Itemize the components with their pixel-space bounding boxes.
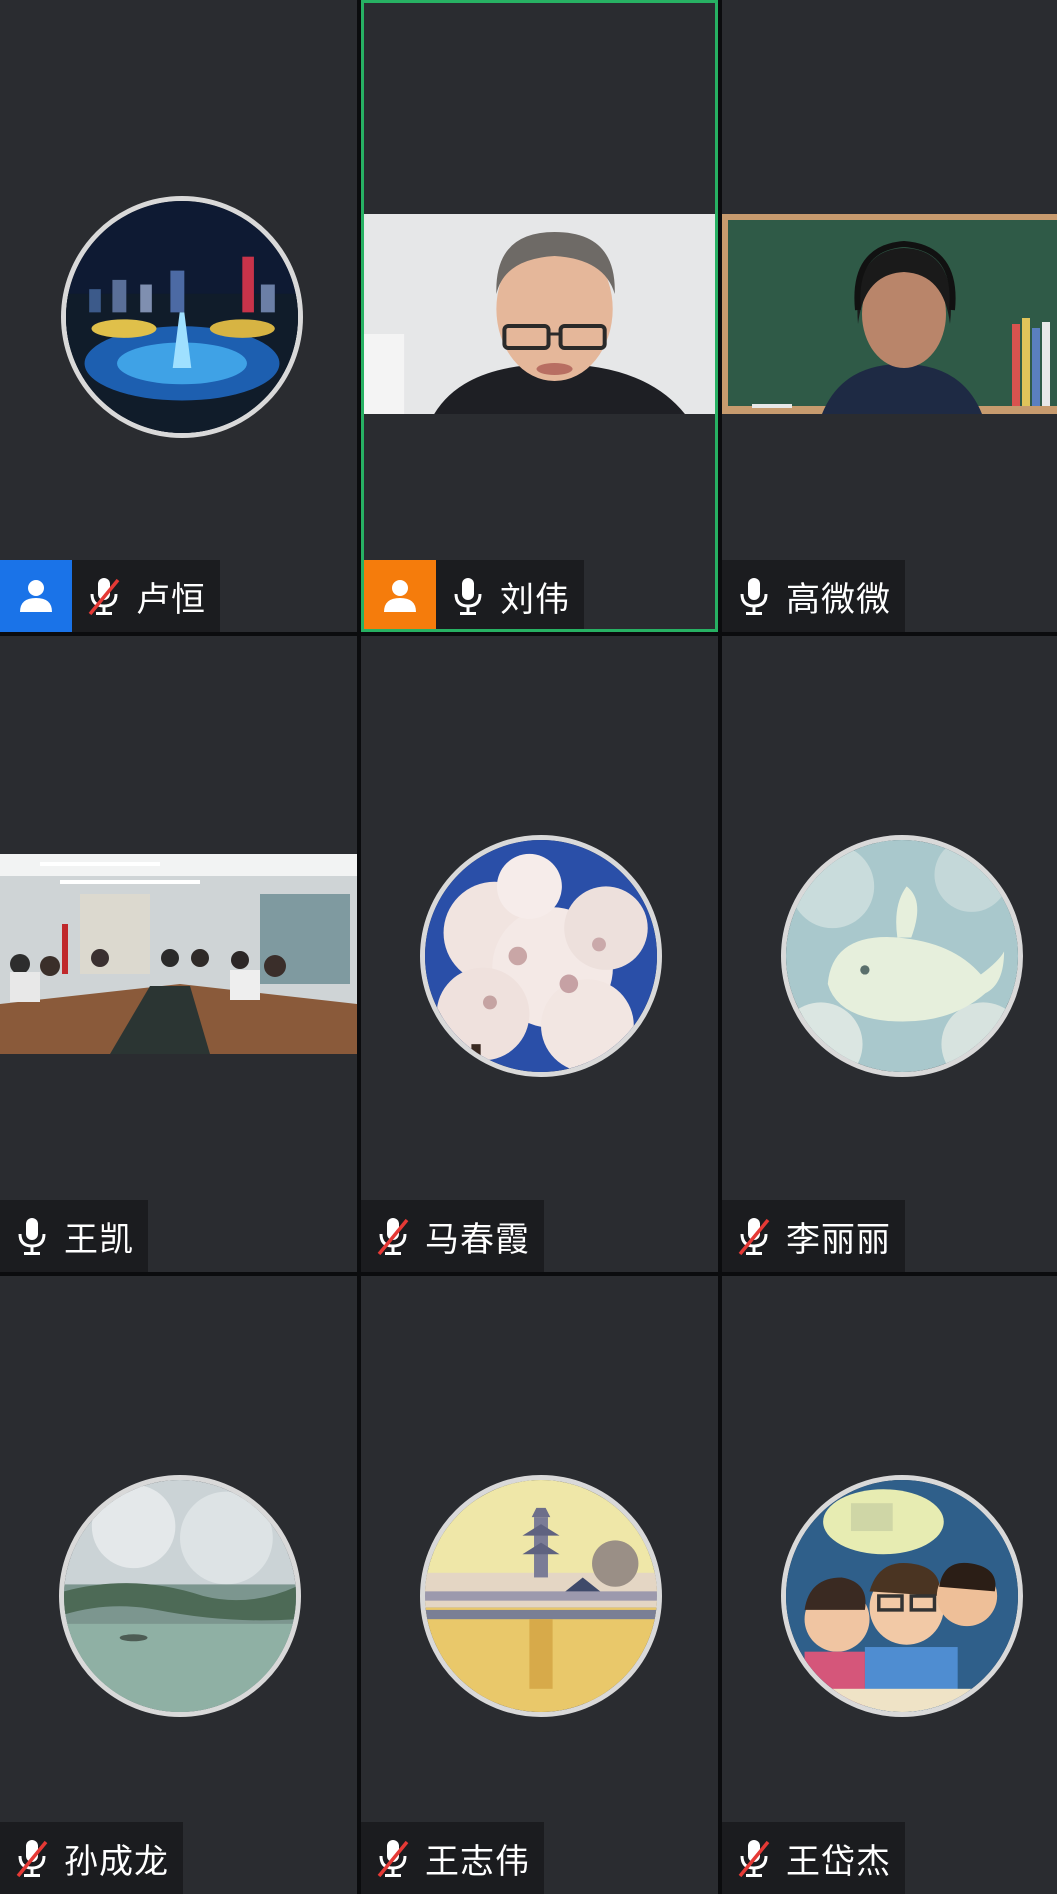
- name-label-box: 王凯: [0, 1200, 148, 1272]
- participant-name: 李丽丽: [786, 1219, 891, 1260]
- participant-name: 王志伟: [425, 1841, 530, 1882]
- nameplate: 孙成龙: [0, 1822, 183, 1894]
- cohost-badge: [364, 560, 436, 629]
- mic-muted-icon: [12, 1836, 52, 1880]
- participant-name: 刘伟: [500, 579, 570, 620]
- mic-muted-icon: [373, 1836, 413, 1880]
- participant-tile[interactable]: 卢恒: [0, 0, 357, 632]
- participant-tile-active-speaker[interactable]: 刘伟: [361, 0, 718, 632]
- nameplate: 王凯: [0, 1200, 148, 1272]
- name-label-box: 李丽丽: [722, 1200, 905, 1272]
- participant-name: 王凯: [64, 1219, 134, 1260]
- avatar: [61, 196, 303, 438]
- nameplate: 卢恒: [0, 560, 220, 632]
- mic-muted-icon: [734, 1836, 774, 1880]
- person-icon: [20, 580, 52, 612]
- participant-tile[interactable]: 王岱杰: [722, 1276, 1057, 1894]
- video-grid: 卢恒 刘伟 高微微 王凯 马春霞 李丽丽 孙成龙 王志伟 王岱杰: [0, 0, 1057, 1894]
- name-label-box: 刘伟: [436, 560, 584, 629]
- mic-icon: [12, 1214, 52, 1258]
- participant-name: 孙成龙: [64, 1841, 169, 1882]
- participant-name: 王岱杰: [786, 1841, 891, 1882]
- mic-icon: [734, 574, 774, 618]
- nameplate: 王志伟: [361, 1822, 544, 1894]
- nameplate: 刘伟: [364, 560, 584, 629]
- nameplate: 马春霞: [361, 1200, 544, 1272]
- participant-tile[interactable]: 王凯: [0, 636, 357, 1272]
- avatar: [420, 835, 662, 1077]
- avatar: [781, 835, 1023, 1077]
- name-label-box: 王志伟: [361, 1822, 544, 1894]
- nameplate: 王岱杰: [722, 1822, 905, 1894]
- mic-muted-icon: [84, 574, 124, 618]
- name-label-box: 高微微: [722, 560, 905, 632]
- nameplate: 李丽丽: [722, 1200, 905, 1272]
- video-feed: [0, 854, 357, 1054]
- mic-icon: [448, 574, 488, 618]
- nameplate: 高微微: [722, 560, 905, 632]
- video-feed: [364, 214, 715, 414]
- participant-tile[interactable]: 孙成龙: [0, 1276, 357, 1894]
- name-label-box: 孙成龙: [0, 1822, 183, 1894]
- participant-tile[interactable]: 马春霞: [361, 636, 718, 1272]
- avatar: [420, 1475, 662, 1717]
- participant-name: 马春霞: [425, 1219, 530, 1260]
- participant-name: 高微微: [786, 579, 891, 620]
- video-feed: [722, 214, 1057, 414]
- person-icon: [384, 580, 416, 612]
- name-label-box: 马春霞: [361, 1200, 544, 1272]
- mic-muted-icon: [734, 1214, 774, 1258]
- participant-tile[interactable]: 高微微: [722, 0, 1057, 632]
- participant-name: 卢恒: [136, 579, 206, 620]
- mic-muted-icon: [373, 1214, 413, 1258]
- participant-tile[interactable]: 王志伟: [361, 1276, 718, 1894]
- avatar: [59, 1475, 301, 1717]
- avatar: [781, 1475, 1023, 1717]
- participant-tile[interactable]: 李丽丽: [722, 636, 1057, 1272]
- name-label-box: 卢恒: [72, 560, 220, 632]
- host-badge: [0, 560, 72, 632]
- name-label-box: 王岱杰: [722, 1822, 905, 1894]
